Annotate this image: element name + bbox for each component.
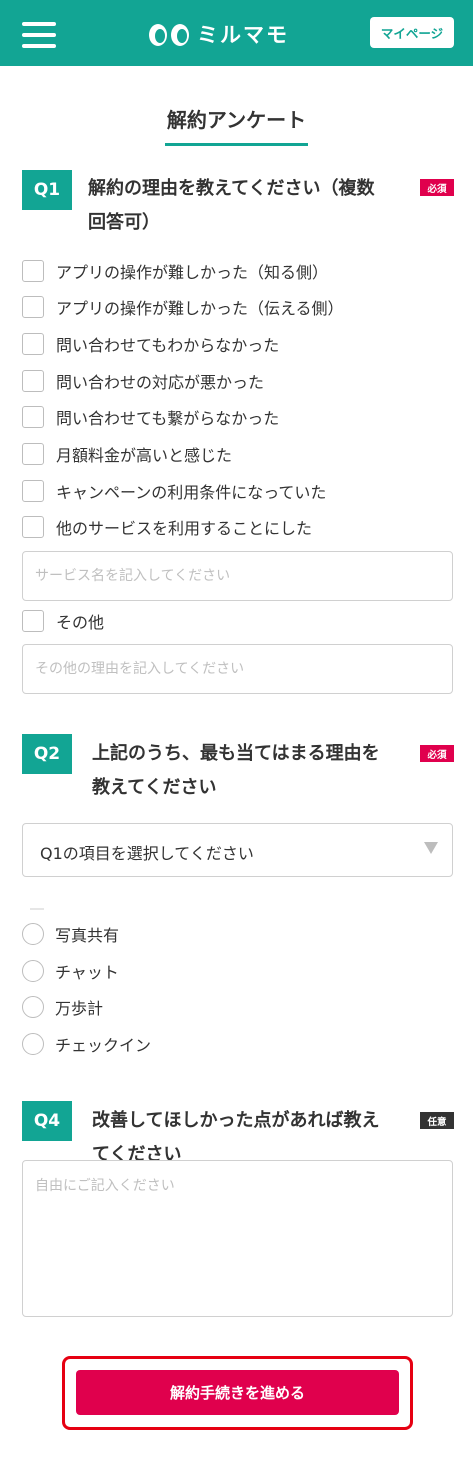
reason-checkbox-option[interactable]: アプリの操作が難しかった（知る側） bbox=[22, 257, 328, 285]
feature-radio-option[interactable]: 写真共有 bbox=[22, 920, 119, 948]
brand-logo[interactable]: ミルマモ bbox=[147, 18, 289, 50]
divider bbox=[30, 908, 44, 910]
radio-label: 万歩計 bbox=[55, 999, 104, 1018]
radio-label: チャット bbox=[55, 963, 119, 982]
brand-name: ミルマモ bbox=[197, 23, 289, 47]
checkbox[interactable] bbox=[22, 260, 44, 282]
feature-radio-option[interactable]: 万歩計 bbox=[22, 993, 103, 1021]
chevron-down-icon bbox=[424, 842, 438, 854]
checkbox[interactable] bbox=[22, 610, 44, 632]
radio-label: 写真共有 bbox=[55, 926, 120, 945]
radio-button[interactable] bbox=[22, 1033, 44, 1055]
checkbox-label: アプリの操作が難しかった（知る側） bbox=[56, 263, 329, 282]
checkbox[interactable] bbox=[22, 406, 44, 428]
improvement-textarea[interactable] bbox=[22, 1160, 453, 1317]
reason-checkbox-option[interactable]: 月額料金が高いと感じた bbox=[22, 440, 232, 468]
question-number-badge: Q1 bbox=[22, 170, 72, 210]
checkbox-label: 月額料金が高いと感じた bbox=[56, 446, 233, 465]
feature-radio-option[interactable]: チェックイン bbox=[22, 1030, 151, 1058]
checkbox-label: 問い合わせの対応が悪かった bbox=[56, 373, 265, 392]
page-title: 解約アンケート bbox=[0, 104, 473, 146]
reason-checkbox-option[interactable]: 問い合わせてもわからなかった bbox=[22, 330, 279, 358]
question-title: 解約の理由を教えてください（複数 回答可） bbox=[88, 172, 375, 240]
proceed-cancellation-button[interactable]: 解約手続きを進める bbox=[76, 1370, 399, 1415]
checkbox[interactable] bbox=[22, 516, 44, 538]
question-number-badge: Q4 bbox=[22, 1101, 72, 1141]
question-title-line: 上記のうち、最も当てはまる理由を bbox=[92, 743, 380, 764]
reason-checkbox-option[interactable]: キャンペーンの利用条件になっていた bbox=[22, 477, 326, 505]
radio-button[interactable] bbox=[22, 923, 44, 945]
checkbox-label: その他 bbox=[56, 613, 105, 632]
reason-checkbox-option[interactable]: 問い合わせの対応が悪かった bbox=[22, 367, 264, 395]
reason-checkbox-option[interactable]: 他のサービスを利用することにした bbox=[22, 513, 312, 541]
radio-label: チェックイン bbox=[55, 1036, 152, 1055]
optional-tag: 任意 bbox=[420, 1112, 454, 1129]
question-number-badge: Q2 bbox=[22, 734, 72, 774]
checkbox-label: 問い合わせても繋がらなかった bbox=[56, 409, 280, 428]
checkbox[interactable] bbox=[22, 443, 44, 465]
page-title-text: 解約アンケート bbox=[164, 104, 309, 146]
app-header: ミルマモ マイページ bbox=[0, 0, 473, 66]
checkbox[interactable] bbox=[22, 296, 44, 318]
checkbox-label: 問い合わせてもわからなかった bbox=[56, 336, 280, 355]
checkbox-label: キャンペーンの利用条件になっていた bbox=[56, 483, 327, 502]
main-reason-select[interactable]: Q1の項目を選択してください bbox=[22, 823, 453, 877]
checkbox[interactable] bbox=[22, 333, 44, 355]
reason-checkbox-option[interactable]: 問い合わせても繋がらなかった bbox=[22, 403, 279, 431]
other-reason-input[interactable] bbox=[22, 644, 453, 694]
checkbox[interactable] bbox=[22, 480, 44, 502]
reason-checkbox-option[interactable]: アプリの操作が難しかった（伝える側） bbox=[22, 293, 344, 321]
question-title: 上記のうち、最も当てはまる理由を 教えてください bbox=[92, 737, 380, 805]
question-title-line: 回答可） bbox=[88, 212, 160, 233]
question-title-line: 解約の理由を教えてください（複数 bbox=[88, 178, 375, 199]
menu-icon[interactable] bbox=[22, 22, 56, 48]
checkbox-label: アプリの操作が難しかった（伝える側） bbox=[56, 299, 344, 318]
checkbox[interactable] bbox=[22, 370, 44, 392]
radio-button[interactable] bbox=[22, 996, 44, 1018]
checkbox-label: 他のサービスを利用することにした bbox=[56, 519, 313, 538]
radio-button[interactable] bbox=[22, 960, 44, 982]
service-name-input[interactable] bbox=[22, 551, 453, 601]
logo-mark-icon bbox=[149, 24, 189, 46]
question-title-line: 改善してほしかった点があれば教え bbox=[92, 1110, 380, 1131]
feature-radio-option[interactable]: チャット bbox=[22, 957, 119, 985]
question-title-line: 教えてください bbox=[92, 777, 217, 798]
select-value: Q1の項目を選択してください bbox=[40, 844, 254, 863]
mypage-button[interactable]: マイページ bbox=[370, 17, 454, 48]
required-tag: 必須 bbox=[420, 179, 454, 196]
other-checkbox-option[interactable]: その他 bbox=[22, 607, 104, 635]
required-tag: 必須 bbox=[420, 745, 454, 762]
